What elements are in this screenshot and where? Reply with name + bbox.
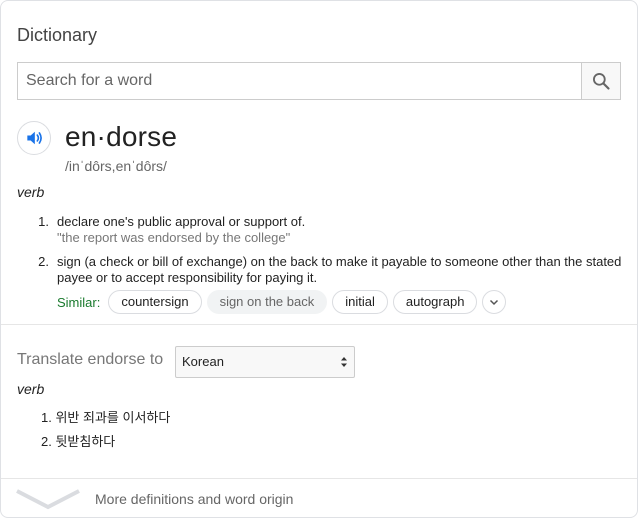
pronunciation-button[interactable]	[17, 121, 51, 155]
headword: en·dorse	[65, 121, 178, 152]
select-arrows-icon	[341, 357, 347, 367]
translation-text: 위반 죄과를 이서하다	[55, 410, 171, 425]
similar-chip-autograph[interactable]: autograph	[392, 290, 478, 314]
search-button[interactable]	[581, 63, 620, 99]
definition-text: declare one's public approval or support…	[57, 214, 306, 229]
definition-number: 1.	[38, 214, 49, 229]
similar-chip-countersign[interactable]: countersign	[108, 290, 202, 314]
footer-divider	[1, 478, 637, 479]
part-of-speech: verb	[17, 184, 45, 200]
expand-chevron-icon[interactable]	[15, 487, 81, 511]
similar-label: Similar:	[57, 294, 101, 310]
translation-text: 뒷받침하다	[55, 434, 116, 449]
definition-number: 2.	[38, 254, 49, 269]
search-box	[17, 62, 621, 100]
search-input[interactable]	[18, 63, 590, 99]
translation-item: 2. 뒷받침하다	[41, 431, 115, 450]
chevron-down-icon	[490, 299, 499, 306]
dictionary-card: Dictionary en·dorse /inˈdôrs,enˈdôrs/ ve…	[0, 0, 638, 518]
definition-example: "the report was endorsed by the college"	[57, 230, 291, 245]
similar-words: Similar: countersign sign on the back in…	[57, 290, 507, 314]
translation-number: 2.	[41, 434, 52, 449]
more-definitions-link[interactable]: More definitions and word origin	[95, 491, 293, 507]
translation-item: 1. 위반 죄과를 이서하다	[41, 407, 170, 426]
translation-number: 1.	[41, 410, 52, 425]
section-divider	[1, 324, 637, 325]
phonetic-spelling: /inˈdôrs,enˈdôrs/	[65, 158, 167, 174]
similar-chip-initial[interactable]: initial	[332, 290, 388, 314]
translation-part-of-speech: verb	[17, 381, 45, 397]
speaker-icon	[27, 131, 42, 145]
search-icon	[593, 73, 610, 90]
more-similar-button[interactable]	[482, 290, 507, 314]
translate-label: Translate endorse to	[17, 351, 164, 368]
selected-language: Korean	[182, 354, 224, 369]
similar-chip-sign-on-the-back[interactable]: sign on the back	[206, 290, 328, 314]
panel-title: Dictionary	[17, 25, 98, 45]
language-select[interactable]: Korean	[175, 346, 355, 378]
definition-text: sign (a check or bill of exchange) on th…	[57, 254, 622, 285]
